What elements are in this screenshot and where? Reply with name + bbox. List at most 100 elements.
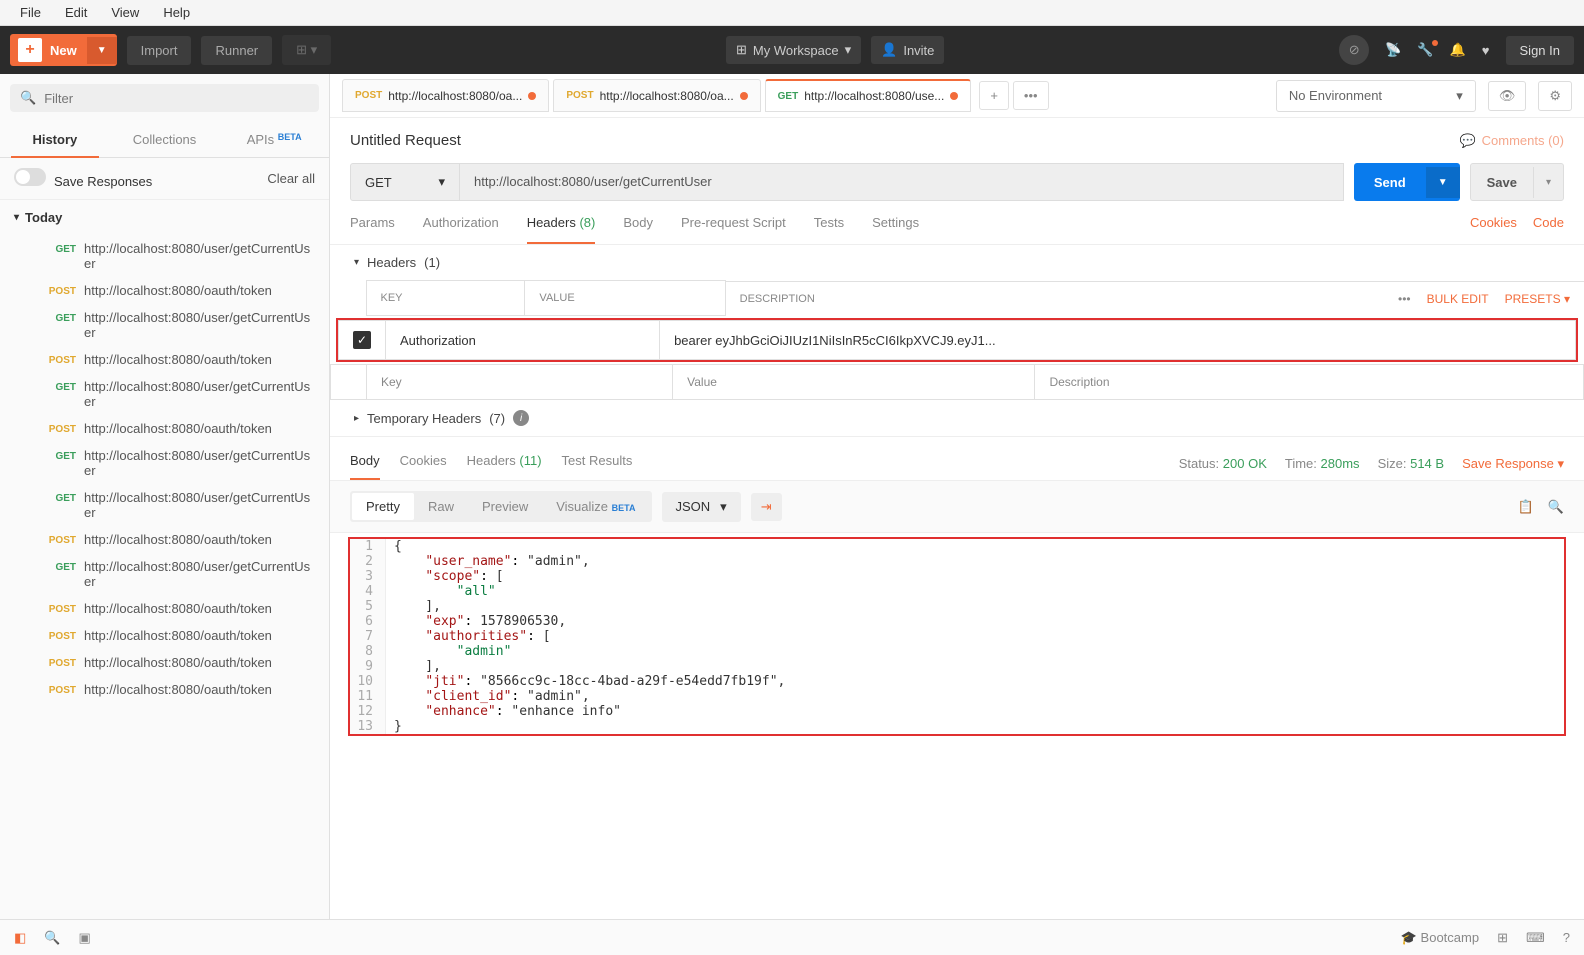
- tab-body[interactable]: Body: [623, 215, 653, 244]
- header-desc-input[interactable]: Description: [1035, 365, 1584, 400]
- method-selector[interactable]: GET▾: [350, 163, 460, 201]
- history-item[interactable]: POSThttp://localhost:8080/oauth/token: [0, 676, 329, 703]
- view-pretty[interactable]: Pretty: [352, 493, 414, 520]
- console-icon[interactable]: ▣: [78, 930, 90, 946]
- request-tab[interactable]: POSThttp://localhost:8080/oa...: [553, 79, 760, 112]
- today-header[interactable]: ▾ Today: [0, 200, 329, 235]
- wrench-icon[interactable]: 🔧: [1417, 42, 1433, 58]
- tab-options-button[interactable]: •••: [1013, 81, 1049, 110]
- request-tab[interactable]: POSThttp://localhost:8080/oa...: [342, 79, 549, 112]
- history-item[interactable]: GEThttp://localhost:8080/user/getCurrent…: [0, 442, 329, 484]
- header-key-cell[interactable]: Authorization: [386, 321, 660, 360]
- bell-icon[interactable]: 🔔: [1450, 42, 1466, 58]
- history-item[interactable]: GEThttp://localhost:8080/user/getCurrent…: [0, 553, 329, 595]
- menu-bar[interactable]: File Edit View Help: [0, 0, 1584, 26]
- format-selector[interactable]: JSON ▾: [662, 492, 741, 522]
- history-item[interactable]: POSThttp://localhost:8080/oauth/token: [0, 595, 329, 622]
- save-responses-toggle[interactable]: [14, 168, 46, 186]
- history-item[interactable]: POSThttp://localhost:8080/oauth/token: [0, 526, 329, 553]
- tab-prerequest[interactable]: Pre-request Script: [681, 215, 786, 244]
- history-item[interactable]: GEThttp://localhost:8080/user/getCurrent…: [0, 235, 329, 277]
- tab-settings[interactable]: Settings: [872, 215, 919, 244]
- header-row[interactable]: ✓ Authorization bearer eyJhbGciOiJIUzI1N…: [339, 321, 1576, 360]
- history-item[interactable]: POSThttp://localhost:8080/oauth/token: [0, 346, 329, 373]
- find-icon[interactable]: 🔍: [44, 930, 60, 946]
- tab-apis[interactable]: APIs BETA: [219, 122, 329, 157]
- response-tab-body[interactable]: Body: [350, 447, 380, 480]
- runner-button[interactable]: Runner: [201, 36, 272, 65]
- new-tab-button[interactable]: +: [979, 81, 1009, 110]
- filter-input[interactable]: [44, 91, 309, 106]
- filter-box[interactable]: 🔍: [10, 84, 319, 112]
- temporary-headers-section[interactable]: ▸ Temporary Headers (7) i: [330, 400, 1584, 436]
- send-dropdown[interactable]: ▼: [1426, 167, 1460, 198]
- clear-all-link[interactable]: Clear all: [267, 171, 315, 186]
- heart-icon[interactable]: ♥: [1482, 43, 1490, 58]
- history-item[interactable]: POSThttp://localhost:8080/oauth/token: [0, 415, 329, 442]
- bulk-edit-link[interactable]: Bulk Edit: [1427, 292, 1489, 306]
- url-input[interactable]: http://localhost:8080/user/getCurrentUse…: [460, 163, 1344, 201]
- env-preview-button[interactable]: 👁: [1488, 81, 1527, 111]
- tab-headers[interactable]: Headers (8): [527, 215, 596, 244]
- comments-link[interactable]: 💬 Comments (0): [1459, 133, 1564, 149]
- history-item[interactable]: GEThttp://localhost:8080/user/getCurrent…: [0, 373, 329, 415]
- view-visualize[interactable]: Visualize BETA: [542, 493, 649, 520]
- menu-help[interactable]: Help: [151, 5, 202, 20]
- environment-selector[interactable]: No Environment ▾: [1276, 80, 1476, 112]
- history-item[interactable]: GEThttp://localhost:8080/user/getCurrent…: [0, 304, 329, 346]
- bootcamp-link[interactable]: 🎓 Bootcamp: [1401, 930, 1479, 946]
- new-dropdown[interactable]: ▼: [87, 37, 117, 64]
- request-name[interactable]: Untitled Request: [350, 132, 461, 149]
- checkbox-checked-icon[interactable]: ✓: [353, 331, 371, 349]
- panel-left-icon[interactable]: ◧: [14, 930, 26, 946]
- keyboard-icon[interactable]: ⌨: [1526, 930, 1545, 946]
- header-value-cell[interactable]: bearer eyJhbGciOiJIUzI1NiIsInR5cCI6IkpXV…: [660, 321, 1576, 360]
- header-value-input[interactable]: Value: [673, 365, 1035, 400]
- save-dropdown[interactable]: ▾: [1533, 167, 1563, 198]
- history-item[interactable]: GEThttp://localhost:8080/user/getCurrent…: [0, 484, 329, 526]
- response-tab-headers[interactable]: Headers (11): [467, 447, 542, 480]
- tab-params[interactable]: Params: [350, 215, 395, 244]
- save-button[interactable]: Save ▾: [1470, 163, 1564, 201]
- more-icon[interactable]: •••: [1398, 292, 1411, 306]
- tab-collections[interactable]: Collections: [110, 122, 220, 157]
- history-item[interactable]: POSThttp://localhost:8080/oauth/token: [0, 649, 329, 676]
- response-body[interactable]: 1{2 "user_name": "admin",3 "scope": [4 "…: [348, 537, 1566, 736]
- menu-view[interactable]: View: [99, 5, 151, 20]
- presets-link[interactable]: Presets ▾: [1505, 292, 1570, 306]
- view-preview[interactable]: Preview: [468, 493, 542, 520]
- copy-icon[interactable]: 📋: [1518, 499, 1534, 515]
- history-item[interactable]: POSThttp://localhost:8080/oauth/token: [0, 277, 329, 304]
- request-tab[interactable]: GEThttp://localhost:8080/use...: [765, 79, 972, 112]
- more-actions-button[interactable]: ⊞ ▾: [282, 35, 331, 65]
- response-tab-tests[interactable]: Test Results: [562, 447, 633, 480]
- code-link[interactable]: Code: [1533, 215, 1564, 244]
- workspace-selector[interactable]: ⊞ My Workspace ▾: [726, 36, 861, 64]
- history-item[interactable]: POSThttp://localhost:8080/oauth/token: [0, 622, 329, 649]
- sync-off-icon[interactable]: ⊘: [1339, 35, 1369, 65]
- header-key-input[interactable]: Key: [367, 365, 673, 400]
- import-button[interactable]: Import: [127, 36, 192, 65]
- tab-history[interactable]: History: [0, 122, 110, 157]
- line-number: 5: [350, 599, 386, 614]
- save-response-button[interactable]: Save Response ▾: [1462, 456, 1564, 472]
- layout-icon[interactable]: ⊞: [1497, 930, 1508, 946]
- send-button[interactable]: Send ▼: [1354, 163, 1460, 201]
- search-icon[interactable]: 🔍: [1548, 499, 1564, 515]
- env-settings-button[interactable]: ⚙: [1538, 81, 1572, 111]
- tab-authorization[interactable]: Authorization: [423, 215, 499, 244]
- header-row-blank[interactable]: Key Value Description: [331, 365, 1584, 400]
- invite-button[interactable]: 👤 Invite: [871, 36, 944, 64]
- headers-section-header[interactable]: ▾ Headers (1): [330, 245, 1584, 280]
- wrap-lines-button[interactable]: ⇥: [751, 493, 782, 521]
- cookies-link[interactable]: Cookies: [1470, 215, 1517, 244]
- view-raw[interactable]: Raw: [414, 493, 468, 520]
- menu-edit[interactable]: Edit: [53, 5, 99, 20]
- new-button[interactable]: + New ▼: [10, 34, 117, 66]
- signin-button[interactable]: Sign In: [1506, 36, 1574, 65]
- tab-tests[interactable]: Tests: [814, 215, 844, 244]
- menu-file[interactable]: File: [8, 5, 53, 20]
- satellite-icon[interactable]: 📡: [1385, 42, 1401, 58]
- help-icon[interactable]: ?: [1563, 930, 1570, 945]
- response-tab-cookies[interactable]: Cookies: [400, 447, 447, 480]
